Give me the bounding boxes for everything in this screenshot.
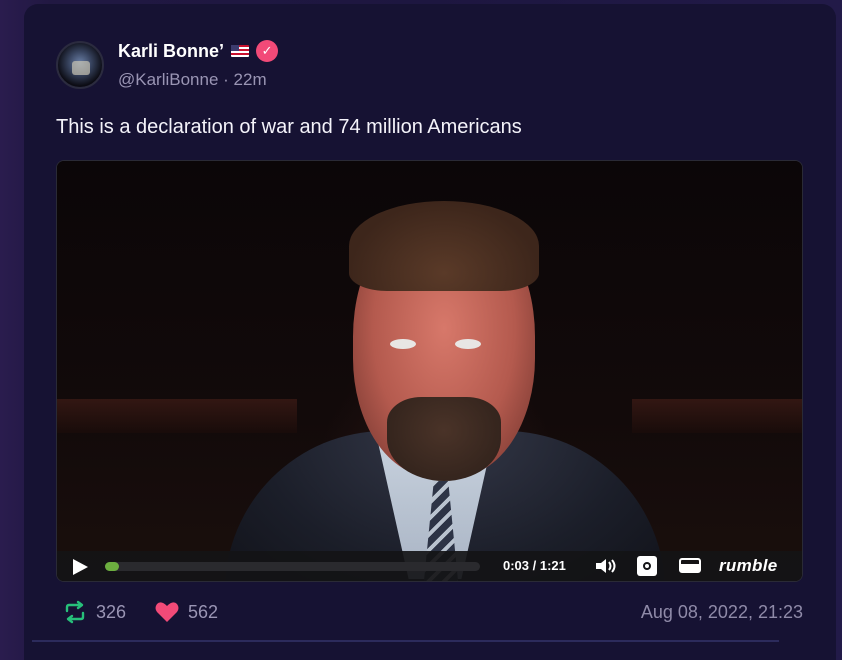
volume-icon[interactable] xyxy=(595,558,619,574)
video-person-hair xyxy=(349,201,539,291)
avatar[interactable] xyxy=(56,41,104,89)
progress-fill xyxy=(105,562,119,571)
handle-row: @KarliBonne · 22m xyxy=(118,70,267,90)
video-controls: 0:03 / 1:21 rumble xyxy=(57,551,802,581)
video-person-beard xyxy=(387,397,501,481)
handle-separator: · xyxy=(218,70,234,89)
post-footer: 326 562 Aug 08, 2022, 21:23 xyxy=(56,598,803,626)
author-handle[interactable]: @KarliBonne xyxy=(118,70,218,89)
verified-badge-icon: ✓ xyxy=(256,40,279,62)
video-background-shelf xyxy=(632,399,802,433)
us-flag-icon xyxy=(231,45,250,57)
video-player[interactable]: 0:03 / 1:21 rumble xyxy=(56,160,803,582)
video-person-eye xyxy=(390,339,416,349)
heart-icon[interactable] xyxy=(154,600,180,624)
divider xyxy=(32,640,779,642)
window-icon[interactable] xyxy=(679,558,701,573)
progress-bar[interactable] xyxy=(105,562,480,571)
like-count: 562 xyxy=(188,602,219,622)
post-timestamp[interactable]: Aug 08, 2022, 21:23 xyxy=(641,602,803,623)
repost-count: 326 xyxy=(96,602,127,622)
author-row: Karli Bonne’ ✓ xyxy=(118,40,279,62)
settings-icon[interactable] xyxy=(637,556,657,576)
time-total: 1:21 xyxy=(539,558,566,573)
video-person-eye xyxy=(455,339,481,349)
post-text: This is a declaration of war and 74 mill… xyxy=(56,116,522,138)
play-icon[interactable] xyxy=(73,559,88,575)
time-display: 0:03 / 1:21 xyxy=(503,558,566,573)
time-separator: / xyxy=(529,558,540,573)
post-card: Karli Bonne’ ✓ @KarliBonne · 22m This is… xyxy=(24,4,836,660)
video-background-shelf xyxy=(57,399,297,433)
post-age[interactable]: 22m xyxy=(234,70,267,89)
time-current: 0:03 xyxy=(503,558,530,573)
repost-icon[interactable] xyxy=(62,600,88,624)
author-name[interactable]: Karli Bonne’ xyxy=(118,41,224,62)
rumble-logo[interactable]: rumble xyxy=(719,556,777,576)
